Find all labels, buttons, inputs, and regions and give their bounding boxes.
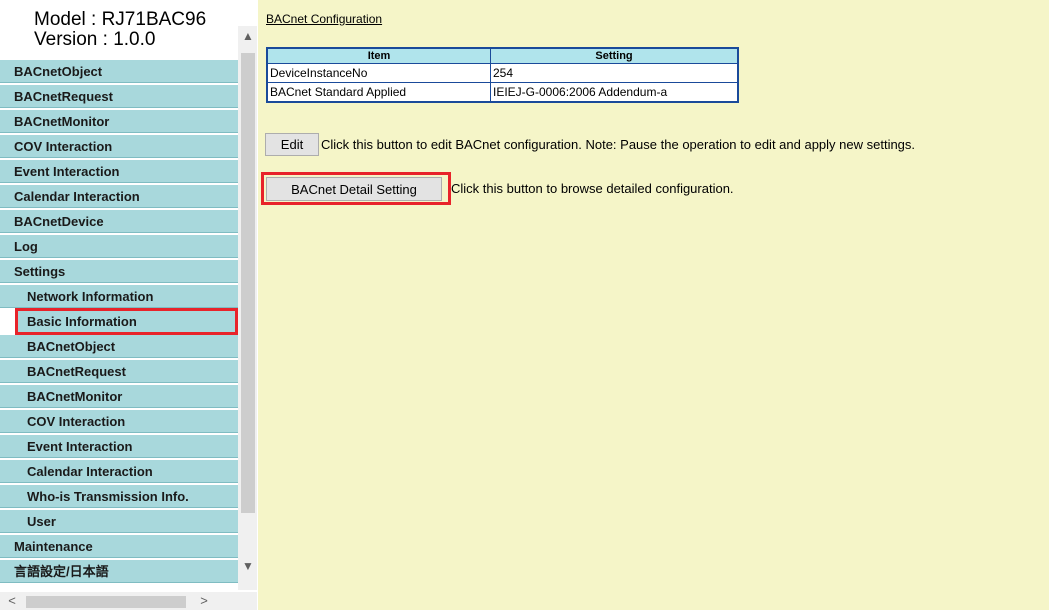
bacnet-configuration-link[interactable]: BACnet Configuration [266, 12, 382, 26]
scrollbar-corner [238, 592, 257, 610]
main-panel: BACnet Configuration Item Setting Device… [258, 0, 1049, 610]
table-cell-item: BACnet Standard Applied [266, 82, 491, 103]
submenu-item-bacnetmonitor[interactable]: BACnetMonitor [0, 385, 238, 408]
bacnet-detail-setting-button[interactable]: BACnet Detail Setting [266, 177, 442, 201]
horizontal-scroll-thumb[interactable] [26, 596, 186, 608]
table-row: BACnet Standard Applied IEIEJ-G-0006:200… [266, 82, 739, 103]
edit-button[interactable]: Edit [265, 133, 319, 156]
menu-item-log[interactable]: Log [0, 235, 238, 258]
scroll-down-icon[interactable]: ▼ [240, 558, 256, 574]
version-label: Version : 1.0.0 [34, 29, 156, 50]
table-cell-setting: IEIEJ-G-0006:2006 Addendum-a [490, 82, 739, 103]
menu-item-event-interaction[interactable]: Event Interaction [0, 160, 238, 183]
table-row: DeviceInstanceNo 254 [266, 63, 739, 83]
submenu-item-bacnetobject[interactable]: BACnetObject [0, 335, 238, 358]
submenu-item-basic-information[interactable]: Basic Information [15, 308, 238, 335]
scroll-left-icon[interactable]: < [4, 592, 20, 610]
submenu-item-bacnetrequest[interactable]: BACnetRequest [0, 360, 238, 383]
menu-item-maintenance[interactable]: Maintenance [0, 535, 238, 558]
edit-description: Click this button to edit BACnet configu… [321, 137, 916, 152]
menu-item-calendar-interaction[interactable]: Calendar Interaction [0, 185, 238, 208]
submenu-item-user[interactable]: User [0, 510, 238, 533]
menu-item-language-setting[interactable]: 言語設定/日本語 [0, 560, 238, 583]
menu-item-bacnetobject[interactable]: BACnetObject [0, 60, 238, 83]
table-cell-item: DeviceInstanceNo [266, 63, 491, 83]
configuration-table: Item Setting DeviceInstanceNo 254 BACnet… [266, 47, 739, 103]
submenu-item-calendar-interaction[interactable]: Calendar Interaction [0, 460, 238, 483]
menu-item-bacnetrequest[interactable]: BACnetRequest [0, 85, 238, 108]
scroll-up-icon[interactable]: ▲ [240, 28, 256, 44]
submenu-item-cov-interaction[interactable]: COV Interaction [0, 410, 238, 433]
vertical-scroll-thumb[interactable] [241, 53, 255, 513]
column-header-setting: Setting [490, 47, 739, 64]
menu-item-cov-interaction[interactable]: COV Interaction [0, 135, 238, 158]
detail-description: Click this button to browse detailed con… [451, 181, 734, 196]
model-label: Model : RJ71BAC96 [34, 9, 207, 30]
submenu-item-event-interaction[interactable]: Event Interaction [0, 435, 238, 458]
menu-item-bacnetmonitor[interactable]: BACnetMonitor [0, 110, 238, 133]
navigation-menu: BACnetObject BACnetRequest BACnetMonitor… [0, 60, 238, 585]
submenu-item-network-information[interactable]: Network Information [0, 285, 238, 308]
scroll-right-icon[interactable]: > [196, 592, 212, 610]
sidebar: Model : RJ71BAC96 Version : 1.0.0 BACnet… [0, 0, 258, 610]
table-header-row: Item Setting [266, 47, 739, 64]
column-header-item: Item [266, 47, 491, 64]
table-cell-setting: 254 [490, 63, 739, 83]
menu-item-settings[interactable]: Settings [0, 260, 238, 283]
submenu-item-who-is-transmission-info[interactable]: Who-is Transmission Info. [0, 485, 238, 508]
menu-item-bacnetdevice[interactable]: BACnetDevice [0, 210, 238, 233]
